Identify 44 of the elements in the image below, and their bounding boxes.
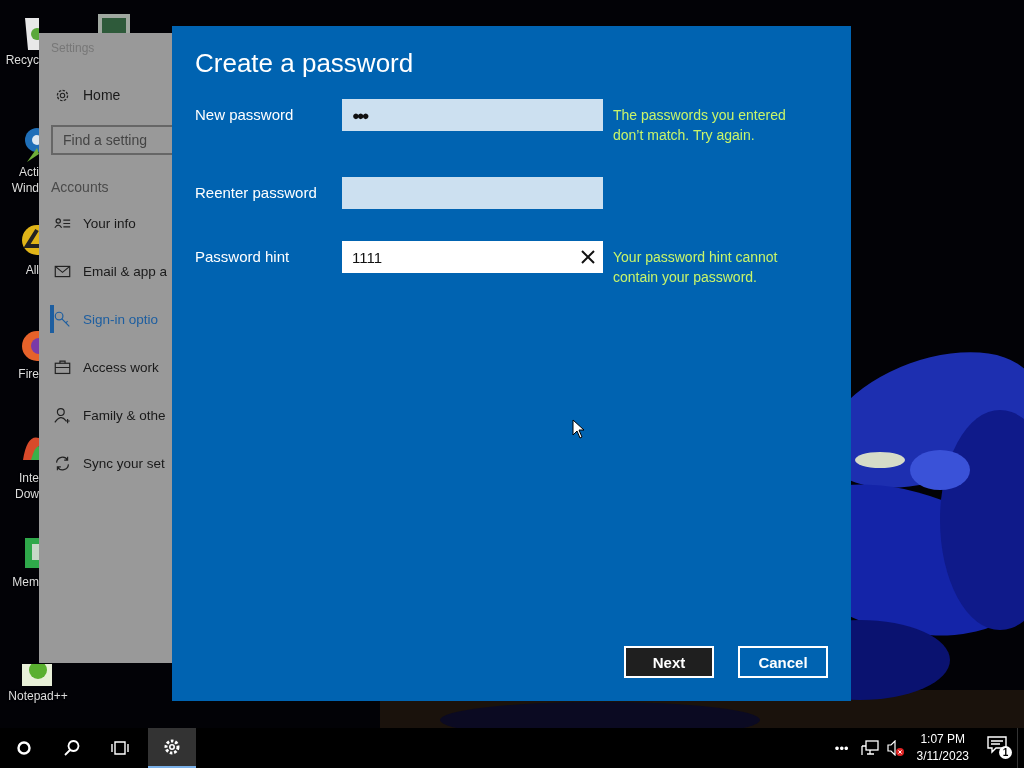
clear-icon[interactable]: [581, 250, 595, 264]
settings-app-button[interactable]: [148, 728, 196, 768]
next-button[interactable]: Next: [624, 646, 714, 678]
key-icon: [54, 310, 71, 328]
icon-label: Mem: [12, 574, 39, 590]
section-heading: Accounts: [51, 179, 109, 195]
volume-muted-icon[interactable]: [886, 740, 905, 756]
nav-item[interactable]: Access work: [54, 343, 172, 391]
home-link[interactable]: Home: [83, 87, 121, 103]
hint-field[interactable]: 1111: [342, 241, 603, 273]
field-label: New password: [195, 105, 294, 125]
dialog-title: Create a password: [195, 48, 414, 79]
person-plus-icon: [54, 406, 71, 424]
sync-icon: [54, 454, 71, 472]
password-field[interactable]: ●●●: [342, 99, 603, 131]
notification-badge: 1: [999, 746, 1012, 759]
icon-label: Notepad++: [8, 688, 68, 704]
network-icon[interactable]: [860, 740, 879, 756]
cancel-button[interactable]: Cancel: [738, 646, 828, 678]
gear-icon[interactable]: [162, 737, 182, 757]
icon-label: Acti Wind: [10, 164, 39, 196]
search-icon[interactable]: [62, 738, 82, 758]
error-message: The passwords you entered don’t match. Try again.: [613, 106, 787, 145]
nav-item[interactable]: Email & app a: [54, 247, 172, 295]
error-message: Your password hint cannot contain your password.: [613, 248, 779, 287]
icon-label: Inte Dow: [14, 470, 39, 502]
cursor-icon: [572, 419, 584, 439]
show-hidden-icons[interactable]: •••: [834, 740, 849, 756]
search-field[interactable]: Find a setting: [51, 125, 172, 155]
nav-item[interactable]: Sync your set: [54, 439, 172, 487]
circle-icon[interactable]: [14, 738, 34, 758]
task-view-icon[interactable]: [110, 738, 130, 758]
password-field[interactable]: [342, 177, 603, 209]
clock-date[interactable]: 3/11/2023: [916, 748, 969, 765]
briefcase-icon: [54, 358, 71, 376]
nav-item[interactable]: Your info: [54, 199, 172, 247]
icon-label: All: [25, 262, 39, 278]
notification-icon[interactable]: [987, 736, 1007, 754]
icon-label: Fire: [18, 366, 39, 382]
field-label: Password hint: [195, 247, 290, 267]
field-label: Reenter password: [195, 183, 317, 203]
nav-item[interactable]: Family & othe: [54, 391, 172, 439]
clock-time[interactable]: 1:07 PM: [920, 731, 966, 748]
icon-label: Recyc: [5, 52, 39, 68]
